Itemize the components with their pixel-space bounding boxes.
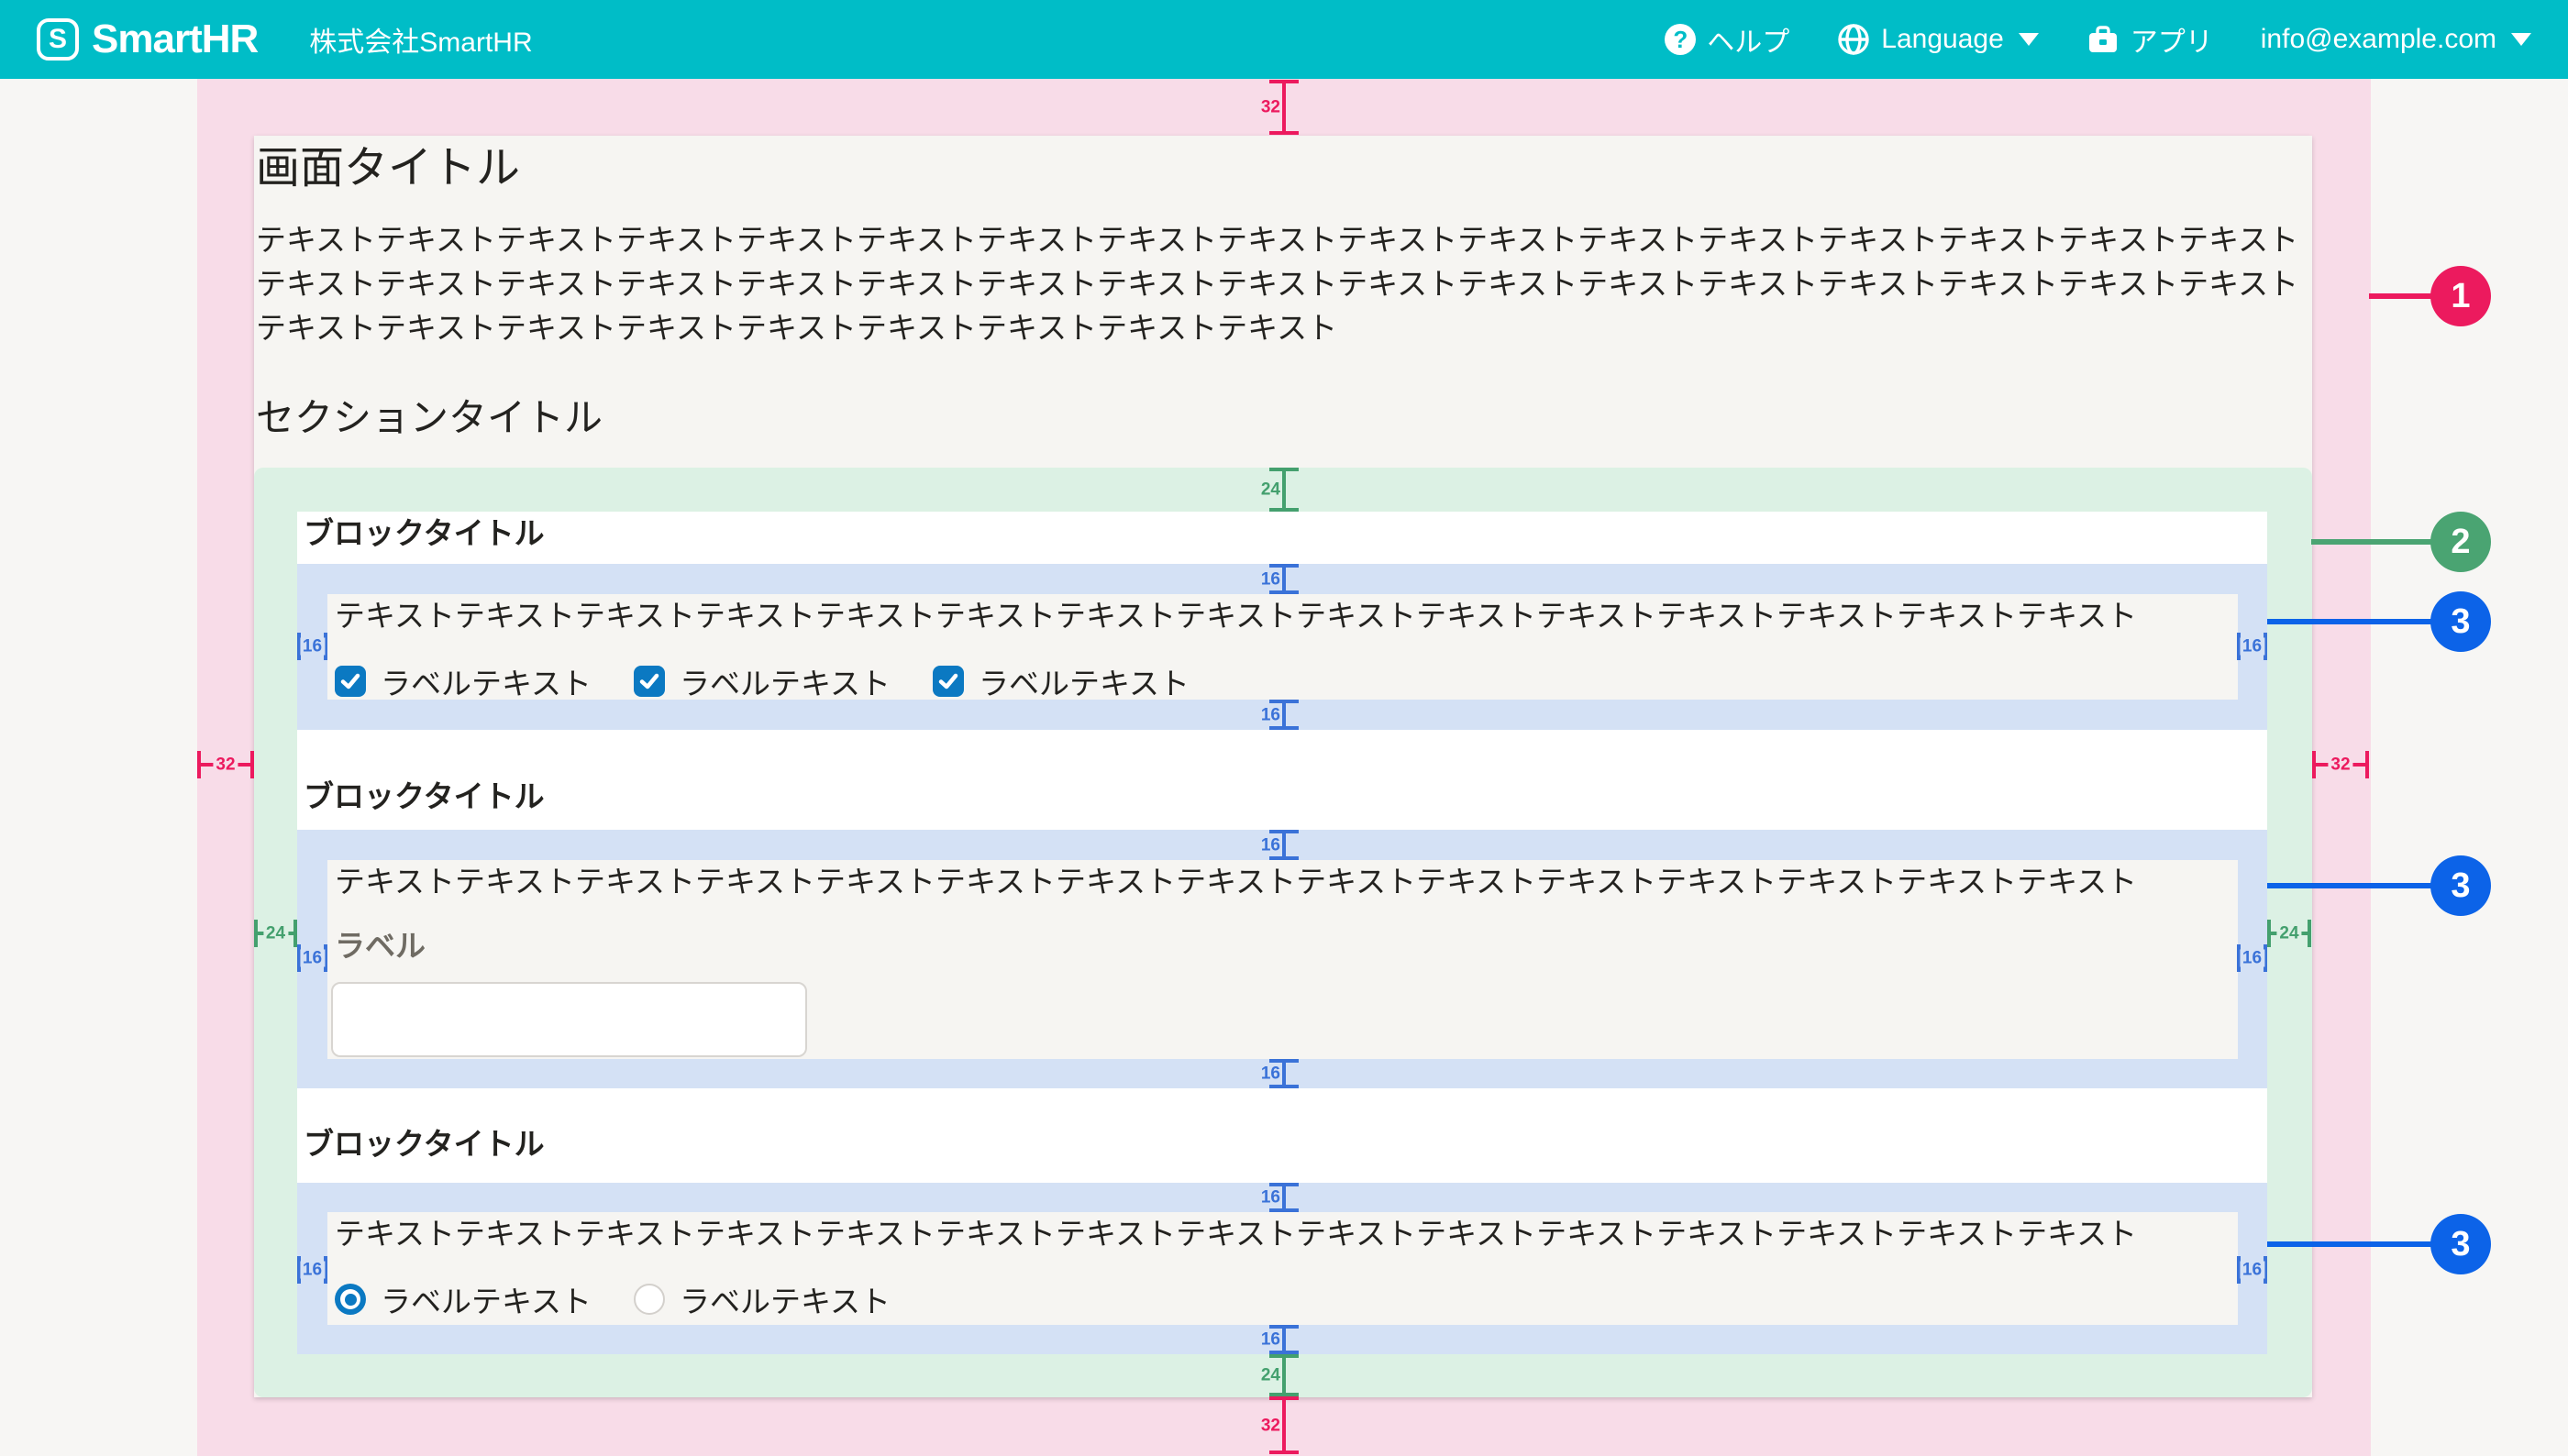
callout-3b-badge: 3 xyxy=(2430,855,2491,916)
page-title: 画面タイトル xyxy=(256,143,520,194)
block3-title: ブロックタイトル xyxy=(304,1126,545,1163)
header-nav: ? ヘルプ Language xyxy=(1665,19,2531,60)
help-link[interactable]: ? ヘルプ xyxy=(1665,19,1789,60)
checkbox-checked-icon xyxy=(634,666,665,697)
h-marker-16-right-block1: 16 xyxy=(2237,633,2267,660)
block2-title: ブロックタイトル xyxy=(304,778,545,815)
smarthr-logo-icon: S xyxy=(37,18,79,61)
radio-selected[interactable]: ラベルテキスト xyxy=(335,1277,592,1321)
checkbox-checked-icon xyxy=(335,666,366,697)
radio-label: ラベルテキスト xyxy=(381,1277,592,1321)
smarthr-spacing-demo-page: S SmartHR 株式会社SmartHR ? ヘルプ Language xyxy=(0,0,2568,1456)
v-marker-16-block1-top: 16 xyxy=(1269,564,1299,594)
smarthr-logo-text: SmartHR xyxy=(92,17,258,62)
h-marker-24-left: 24 xyxy=(254,920,297,947)
chevron-down-icon xyxy=(2511,33,2531,46)
lead-paragraph: テキストテキストテキストテキストテキストテキストテキストテキストテキストテキスト… xyxy=(256,218,2312,350)
apps-label: アプリ xyxy=(2131,19,2213,60)
v-marker-16-block3-bottom: 16 xyxy=(1269,1325,1299,1354)
apps-icon xyxy=(2086,23,2120,56)
help-label: ヘルプ xyxy=(1707,19,1789,60)
v-marker-16-block3-top: 16 xyxy=(1269,1183,1299,1212)
app-header: S SmartHR 株式会社SmartHR ? ヘルプ Language xyxy=(0,0,2568,79)
radio-unselected[interactable]: ラベルテキスト xyxy=(634,1277,891,1321)
language-label: Language xyxy=(1881,24,2003,55)
radio-on-icon xyxy=(335,1284,366,1315)
checkbox-label: ラベルテキスト xyxy=(680,659,891,703)
callout-1-badge: 1 xyxy=(2430,266,2491,326)
v-marker-16-block1-bottom: 16 xyxy=(1269,700,1299,730)
block2-text: テキストテキストテキストテキストテキストテキストテキストテキストテキストテキスト… xyxy=(335,864,2137,900)
callout-3a-badge: 3 xyxy=(2430,591,2491,652)
account-menu[interactable]: info@example.com xyxy=(2261,24,2531,55)
h-marker-16-left-block3: 16 xyxy=(297,1256,327,1284)
company-name: 株式会社SmartHR xyxy=(309,19,532,60)
checkbox-checked-icon xyxy=(933,666,964,697)
callout-2-badge: 2 xyxy=(2430,512,2491,572)
v-marker-32-bottom: 32 xyxy=(1269,1396,1299,1454)
input-field-label: ラベル xyxy=(335,928,426,965)
globe-icon xyxy=(1837,23,1870,56)
radio-off-icon xyxy=(634,1284,665,1315)
text-input[interactable] xyxy=(331,982,807,1057)
radio-label: ラベルテキスト xyxy=(680,1277,891,1321)
language-menu[interactable]: Language xyxy=(1837,23,2038,56)
apps-menu[interactable]: アプリ xyxy=(2086,19,2213,60)
help-icon: ? xyxy=(1665,24,1696,55)
checkbox-1[interactable]: ラベルテキスト xyxy=(335,659,592,703)
block1-checkbox-row: ラベルテキスト ラベルテキスト ラベルテキスト xyxy=(335,662,1190,700)
checkbox-3[interactable]: ラベルテキスト xyxy=(933,659,1190,703)
h-marker-32-right: 32 xyxy=(2312,751,2369,778)
callout-3c-badge: 3 xyxy=(2430,1214,2491,1274)
h-marker-24-right: 24 xyxy=(2267,920,2311,947)
chevron-down-icon xyxy=(2019,33,2039,46)
block3-radio-row: ラベルテキスト ラベルテキスト xyxy=(335,1280,891,1318)
block1-text: テキストテキストテキストテキストテキストテキストテキストテキストテキストテキスト… xyxy=(335,598,2137,634)
v-marker-32-top: 32 xyxy=(1269,80,1299,135)
account-email: info@example.com xyxy=(2261,24,2496,55)
section-title: セクションタイトル xyxy=(256,394,603,442)
h-marker-16-left-block1: 16 xyxy=(297,633,327,660)
h-marker-16-right-block3: 16 xyxy=(2237,1256,2267,1284)
block1-title: ブロックタイトル xyxy=(304,515,545,552)
v-marker-24-section-bottom: 24 xyxy=(1269,1354,1299,1396)
checkbox-label: ラベルテキスト xyxy=(979,659,1190,703)
checkbox-label: ラベルテキスト xyxy=(381,659,592,703)
h-marker-32-left: 32 xyxy=(197,751,254,778)
block3-text: テキストテキストテキストテキストテキストテキストテキストテキストテキストテキスト… xyxy=(335,1216,2137,1252)
checkbox-2[interactable]: ラベルテキスト xyxy=(634,659,891,703)
h-marker-16-left-block2: 16 xyxy=(297,944,327,972)
v-marker-24-section-top: 24 xyxy=(1269,468,1299,512)
v-marker-16-block2-top: 16 xyxy=(1269,830,1299,860)
v-marker-16-block2-bottom: 16 xyxy=(1269,1059,1299,1088)
h-marker-16-right-block2: 16 xyxy=(2237,944,2267,972)
